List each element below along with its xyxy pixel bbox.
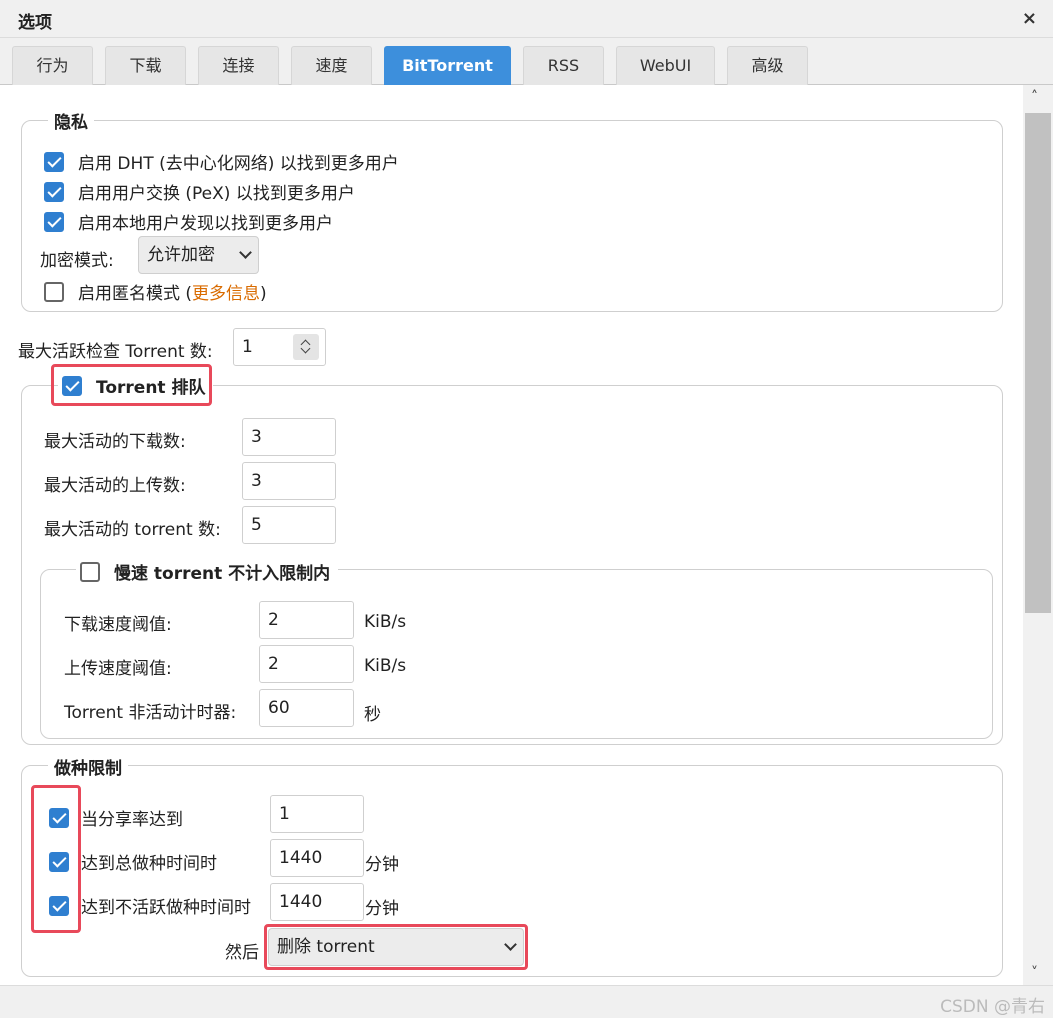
inactive-seed-input[interactable]: 1440 [270,883,364,921]
dht-label: 启用 DHT (去中心化网络) 以找到更多用户 [78,154,399,174]
seeding-limits-legend: 做种限制 [48,754,128,779]
ratio-option[interactable]: 当分享率达到 [49,805,183,830]
tab-connection[interactable]: 连接 [198,46,279,85]
max-checking-label: 最大活跃检查 Torrent 数: [18,342,213,362]
close-icon[interactable]: × [1022,8,1037,29]
slow-torrents-legend: 慢速 torrent 不计入限制内 [114,564,331,584]
ul-threshold-unit: KiB/s [364,656,407,676]
slow-torrents-toggle[interactable]: 慢速 torrent 不计入限制内 [76,559,339,584]
scroll-down-icon[interactable]: ˅ [1031,965,1038,981]
inactive-seed-label: 达到不活跃做种时间时 [81,898,251,918]
vertical-scrollbar[interactable]: ˄ ˅ [1023,85,1053,985]
seed-time-input[interactable]: 1440 [270,839,364,877]
max-downloads-input[interactable]: 3 [242,418,336,456]
inactive-timer-label: Torrent 非活动计时器: [64,703,237,723]
tab-bar: 行为 下载 连接 速度 BitTorrent RSS WebUI 高级 [0,38,1053,85]
tab-webui[interactable]: WebUI [616,46,715,85]
dht-checkbox[interactable] [44,151,64,172]
ratio-checkbox[interactable] [49,807,69,828]
encryption-label: 加密模式: [40,251,114,271]
dl-threshold-input[interactable]: 2 [259,601,354,639]
encryption-select[interactable]: 允许加密 [138,236,259,274]
inactive-timer-input[interactable]: 60 [259,689,354,727]
max-checking-spinner[interactable]: 1 [233,328,326,366]
seed-time-option[interactable]: 达到总做种时间时 [49,849,217,874]
tab-speed[interactable]: 速度 [291,46,372,85]
encryption-value: 允许加密 [147,245,215,265]
inactive-timer-unit: 秒 [364,705,381,725]
pex-checkbox[interactable] [44,181,64,202]
then-label: 然后 [225,943,259,963]
inactive-seed-option[interactable]: 达到不活跃做种时间时 [49,893,251,918]
dialog-titlebar: 选项 × [0,0,1053,38]
lsd-checkbox[interactable] [44,211,64,232]
max-uploads-input[interactable]: 3 [242,462,336,500]
tab-advanced[interactable]: 高级 [727,46,808,85]
scrollbar-thumb[interactable] [1025,113,1051,613]
seeding-action-select[interactable]: 删除 torrent [268,928,524,966]
ul-threshold-input[interactable]: 2 [259,645,354,683]
slow-torrents-checkbox[interactable] [80,561,100,582]
tab-behavior[interactable]: 行为 [12,46,93,85]
privacy-legend: 隐私 [48,108,94,133]
pex-label: 启用用户交换 (PeX) 以找到更多用户 [78,184,355,204]
tab-downloads[interactable]: 下载 [105,46,186,85]
seed-time-unit: 分钟 [365,855,399,875]
anonymous-label: 启用匿名模式 (更多信息) [78,284,267,304]
anonymous-checkbox[interactable] [44,281,64,302]
queueing-checkbox[interactable] [62,375,82,396]
chevron-down-icon [239,246,252,259]
inactive-seed-unit: 分钟 [365,899,399,919]
ratio-input[interactable]: 1 [270,795,364,833]
chevron-down-icon [504,938,517,951]
dht-option[interactable]: 启用 DHT (去中心化网络) 以找到更多用户 [44,149,399,174]
max-checking-value: 1 [242,337,253,357]
dialog-footer: CSDN @青右 [0,985,1053,1018]
watermark: CSDN @青右 [940,997,1045,1017]
more-info-link[interactable]: 更多信息 [192,284,260,304]
options-content: 隐私 启用 DHT (去中心化网络) 以找到更多用户 启用用户交换 (PeX) … [0,85,1023,985]
ratio-label: 当分享率达到 [81,810,183,830]
seed-time-checkbox[interactable] [49,851,69,872]
inactive-seed-checkbox[interactable] [49,895,69,916]
anonymous-option[interactable]: 启用匿名模式 (更多信息) [44,279,267,304]
tab-bittorrent[interactable]: BitTorrent [384,46,511,85]
max-uploads-label: 最大活动的上传数: [44,476,186,496]
pex-option[interactable]: 启用用户交换 (PeX) 以找到更多用户 [44,179,355,204]
max-downloads-label: 最大活动的下载数: [44,432,186,452]
queueing-toggle[interactable]: Torrent 排队 [58,373,214,398]
spinner-arrows-icon[interactable] [293,334,319,360]
lsd-option[interactable]: 启用本地用户发现以找到更多用户 [44,209,333,234]
seed-time-label: 达到总做种时间时 [81,854,217,874]
max-torrents-label: 最大活动的 torrent 数: [44,520,221,540]
queueing-legend: Torrent 排队 [96,378,206,398]
scroll-up-icon[interactable]: ˄ [1031,89,1038,105]
tab-rss[interactable]: RSS [523,46,604,85]
ul-threshold-label: 上传速度阈值: [64,659,172,679]
dl-threshold-label: 下载速度阈值: [64,615,172,635]
dialog-title: 选项 [18,13,52,33]
dl-threshold-unit: KiB/s [364,612,407,632]
lsd-label: 启用本地用户发现以找到更多用户 [78,214,333,234]
seeding-action-value: 删除 torrent [277,937,375,957]
max-torrents-input[interactable]: 5 [242,506,336,544]
